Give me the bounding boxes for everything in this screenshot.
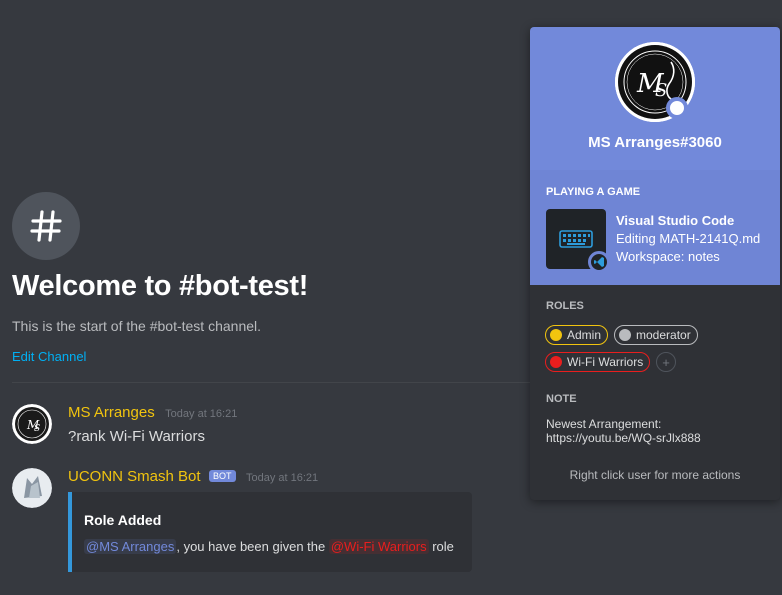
note-line: https://youtu.be/WQ-srJlx888 <box>546 431 701 445</box>
note-line: Newest Arrangement: <box>546 417 662 431</box>
note-field[interactable]: Newest Arrangement: https://youtu.be/WQ-… <box>546 417 701 445</box>
role-pill-moderator[interactable]: moderator <box>614 325 698 345</box>
welcome-title: Welcome to #bot-test! <box>12 270 309 302</box>
role-name: Admin <box>567 328 602 342</box>
role-color-dot <box>550 329 562 341</box>
role-name: Wi-Fi Warriors <box>567 355 644 369</box>
avatar[interactable]: M S <box>12 404 52 444</box>
role-color-dot <box>619 329 631 341</box>
popout-username[interactable]: MS Arranges#3060 <box>530 134 780 151</box>
embed-text-end: role <box>428 539 454 554</box>
popout-header: M S MS Arranges#3060 <box>530 27 780 170</box>
edit-channel-link[interactable]: Edit Channel <box>12 349 86 364</box>
embed-text-middle: , you have been given the <box>176 539 329 554</box>
embed-title: Role Added <box>84 512 162 528</box>
bot-badge: BOT <box>209 470 236 482</box>
role-pill-admin[interactable]: Admin <box>545 325 609 345</box>
welcome-subtitle: This is the start of the #bot-test chann… <box>12 318 262 334</box>
status-online-indicator <box>666 97 688 119</box>
game-details: Editing MATH-2141Q.md <box>616 231 761 246</box>
message-timestamp: Today at 16:21 <box>245 472 319 484</box>
role-color-dot <box>550 356 562 368</box>
note-label: NOTE <box>546 393 577 405</box>
game-state: Workspace: notes <box>616 249 720 264</box>
footer-hint: Right click user for more actions <box>569 468 741 482</box>
embed-description: @MS Arranges, you have been given the @W… <box>84 539 454 554</box>
message-timestamp: Today at 16:21 <box>165 408 238 420</box>
ms-arranges-avatar-icon: M S <box>12 404 52 444</box>
role-pill-wifi-warriors[interactable]: Wi-Fi Warriors <box>545 352 651 372</box>
wolf-avatar-icon <box>12 468 52 508</box>
game-name: Visual Studio Code <box>616 213 735 228</box>
add-role-button[interactable]: + <box>656 352 676 372</box>
message-author[interactable]: MS Arranges <box>68 404 155 421</box>
roles-label: ROLES <box>546 300 584 312</box>
hash-icon <box>30 210 62 242</box>
role-mention[interactable]: @Wi-Fi Warriors <box>328 539 429 554</box>
message-author[interactable]: UCONN Smash Bot <box>68 468 201 485</box>
svg-text:S: S <box>655 80 667 101</box>
message-content: ?rank Wi-Fi Warriors <box>68 428 205 445</box>
channel-hash-icon <box>12 192 80 260</box>
role-name: moderator <box>636 328 691 342</box>
divider <box>12 382 532 383</box>
user-popout: M S MS Arranges#3060 PLAYING A GAME Visu… <box>530 27 780 500</box>
user-mention[interactable]: @MS Arranges <box>84 539 177 554</box>
vscode-icon <box>588 251 610 273</box>
activity-section: PLAYING A GAME Visual Studio Code Editin… <box>530 170 780 285</box>
activity-label: PLAYING A GAME <box>546 186 641 198</box>
message-embed: Role Added @MS Arranges, you have been g… <box>68 492 472 572</box>
svg-text:S: S <box>34 424 40 434</box>
avatar[interactable] <box>12 468 52 508</box>
